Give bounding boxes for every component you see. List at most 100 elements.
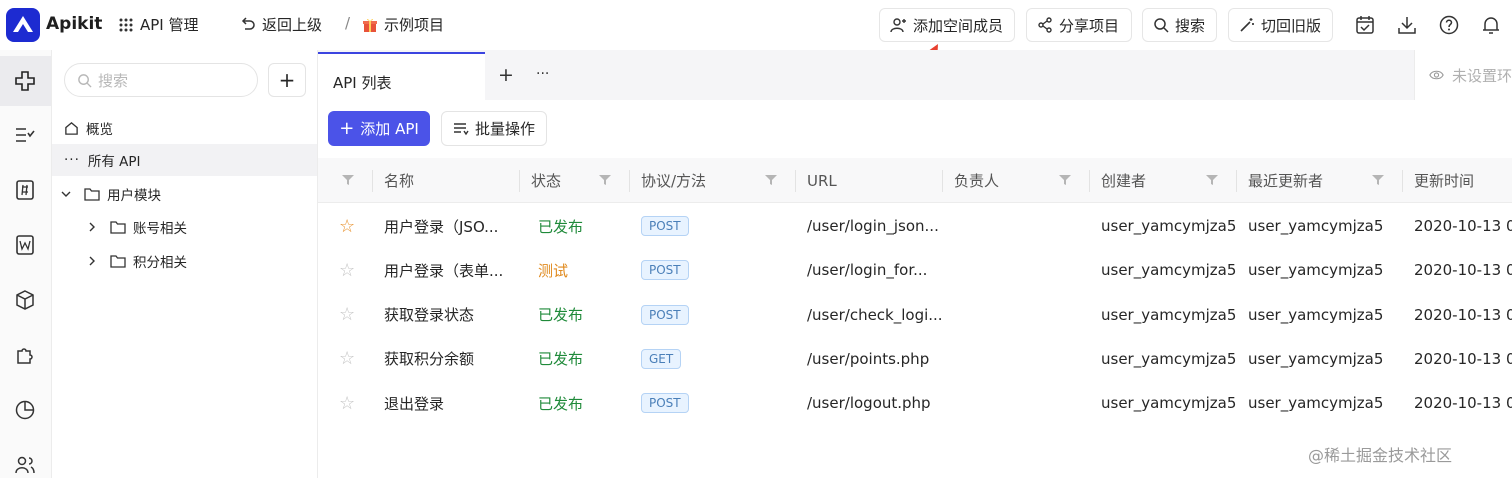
undo-icon <box>241 16 255 30</box>
search-icon <box>78 73 92 88</box>
time-cell: 2020-10-13 09 <box>1414 349 1512 368</box>
hash-doc-icon[interactable] <box>12 177 38 203</box>
list-icon <box>453 122 469 135</box>
header-updater: 最近更新者 <box>1248 172 1324 190</box>
status-badge: 已发布 <box>538 217 584 236</box>
old-version-button[interactable]: 切回旧版 <box>1228 8 1333 42</box>
url-cell: /user/check_logi... <box>807 305 943 324</box>
back-button[interactable]: 返回上级 <box>240 14 322 35</box>
batch-operation-button[interactable]: 批量操作 <box>441 111 547 146</box>
status-badge: 已发布 <box>538 306 584 325</box>
filter-icon[interactable] <box>1206 174 1218 186</box>
test-case-icon[interactable] <box>12 122 38 148</box>
table-row[interactable]: ☆ 获取积分余额 已发布 GET/user/points.php user_yamcym… <box>318 337 1512 381</box>
updater-cell: user_yamcymjza5 <box>1248 217 1384 235</box>
time-cell: 2020-10-13 09 <box>1414 261 1512 280</box>
search-button[interactable]: 搜索 <box>1142 8 1217 42</box>
status-badge: 已发布 <box>538 394 584 413</box>
star-icon[interactable]: ☆ <box>339 293 355 337</box>
table-row[interactable]: ☆ 退出登录 已发布 POST/user/logout.php user_yamcymj… <box>318 381 1512 425</box>
search-icon <box>1154 18 1169 33</box>
plugin-icon[interactable] <box>12 342 38 368</box>
time-cell: 2020-10-13 09 <box>1414 394 1512 413</box>
url-cell: /user/points.php <box>807 349 930 368</box>
calendar-check-icon[interactable] <box>1354 14 1376 36</box>
all-api-label: 所有 API <box>87 154 141 170</box>
header-name: 名称 <box>384 172 415 190</box>
method-badge: POST <box>641 216 689 236</box>
bell-icon[interactable] <box>1480 14 1502 36</box>
table-row[interactable]: ☆ 获取登录状态 已发布 POST/user/check_logi... user_ya… <box>318 293 1512 337</box>
star-icon[interactable]: ☆ <box>339 337 355 381</box>
name-cell: 用户登录（表单... <box>384 261 504 280</box>
column-divider <box>795 170 796 192</box>
table-row[interactable]: ☆ 用户登录（JSO... 已发布 POST/user/login_json... us… <box>318 204 1512 248</box>
word-doc-icon[interactable] <box>12 232 38 258</box>
tree-item-all-api[interactable]: ··· 所有 API <box>52 144 317 176</box>
share-button[interactable]: 分享项目 <box>1026 8 1132 42</box>
add-user-icon <box>890 17 906 32</box>
star-icon[interactable]: ☆ <box>339 248 355 292</box>
filter-icon[interactable] <box>1372 174 1384 186</box>
chevron-down-icon <box>61 191 71 197</box>
method-badge: POST <box>641 260 689 281</box>
download-icon[interactable] <box>1396 14 1418 36</box>
tree-item-account[interactable]: 账号相关 <box>52 211 317 243</box>
url-cell: /user/login_json... <box>807 217 939 235</box>
api-manage-label: API 管理 <box>140 16 199 34</box>
column-divider <box>1402 170 1403 192</box>
api-manage-menu[interactable]: API 管理 <box>118 14 199 35</box>
back-label: 返回上级 <box>262 16 323 34</box>
column-divider <box>942 170 943 192</box>
table-row[interactable]: ☆ 用户登录（表单... 测试 POST/user/login_for... user_… <box>318 248 1512 292</box>
tab-bar: API 列表 + ··· 未设置环 <box>318 50 1512 100</box>
users-icon[interactable] <box>12 452 38 478</box>
filter-icon[interactable] <box>599 174 611 186</box>
cube-icon[interactable] <box>12 287 38 313</box>
updater-cell: user_yamcymjza5 <box>1248 394 1384 413</box>
method-badge: GET <box>641 348 682 369</box>
folder-icon <box>84 188 100 201</box>
add-member-button[interactable]: 添加空间成员 <box>879 8 1015 42</box>
header-updated-time: 更新时间 <box>1414 172 1475 190</box>
chevron-right-icon <box>89 222 95 232</box>
tab-more-button[interactable]: ··· <box>536 66 549 82</box>
tab-api-list[interactable]: API 列表 <box>318 52 485 100</box>
share-icon <box>1038 17 1052 33</box>
tree-item-overview[interactable]: 概览 <box>52 112 317 144</box>
filter-icon[interactable] <box>1059 174 1071 186</box>
filter-icon[interactable] <box>342 174 354 186</box>
tree-item-points[interactable]: 积分相关 <box>52 245 317 277</box>
tab-label: API 列表 <box>333 74 392 92</box>
column-divider <box>372 170 373 192</box>
search-label: 搜索 <box>1175 16 1206 35</box>
star-icon[interactable]: ☆ <box>339 381 355 425</box>
creator-cell: user_yamcymjza5 <box>1101 217 1237 235</box>
api-flow-icon[interactable] <box>12 68 38 94</box>
api-tree-sidebar: 搜索 + 概览 ··· 所有 API 用户模块 账号相关 积分相关 <box>52 50 318 478</box>
breadcrumb-separator: / <box>345 14 351 32</box>
add-api-button[interactable]: + 添加 API <box>328 111 430 146</box>
tree-item-user-module[interactable]: 用户模块 <box>52 178 317 210</box>
apikit-logo[interactable] <box>6 8 40 42</box>
home-icon <box>65 121 78 135</box>
column-divider <box>1089 170 1090 192</box>
search-placeholder: 搜索 <box>98 71 129 90</box>
group-label: 用户模块 <box>107 188 161 204</box>
star-icon[interactable]: ☆ <box>339 204 355 248</box>
add-item-button[interactable]: + <box>268 63 306 97</box>
sidebar-search-input[interactable]: 搜索 <box>64 63 258 97</box>
add-tab-button[interactable]: + <box>498 64 514 86</box>
brand-name: Apikit <box>46 14 103 34</box>
help-icon[interactable] <box>1438 14 1460 36</box>
pie-chart-icon[interactable] <box>12 397 38 423</box>
url-cell: /user/login_for... <box>807 261 928 280</box>
updater-cell: user_yamcymjza5 <box>1248 305 1384 324</box>
project-breadcrumb[interactable]: 示例项目 <box>362 14 444 35</box>
folder-icon <box>110 221 126 234</box>
url-cell: /user/logout.php <box>807 394 931 413</box>
method-cell: POST <box>641 248 689 292</box>
creator-cell: user_yamcymjza5 <box>1101 261 1237 280</box>
environment-selector[interactable]: 未设置环 <box>1414 50 1512 100</box>
filter-icon[interactable] <box>765 174 777 186</box>
